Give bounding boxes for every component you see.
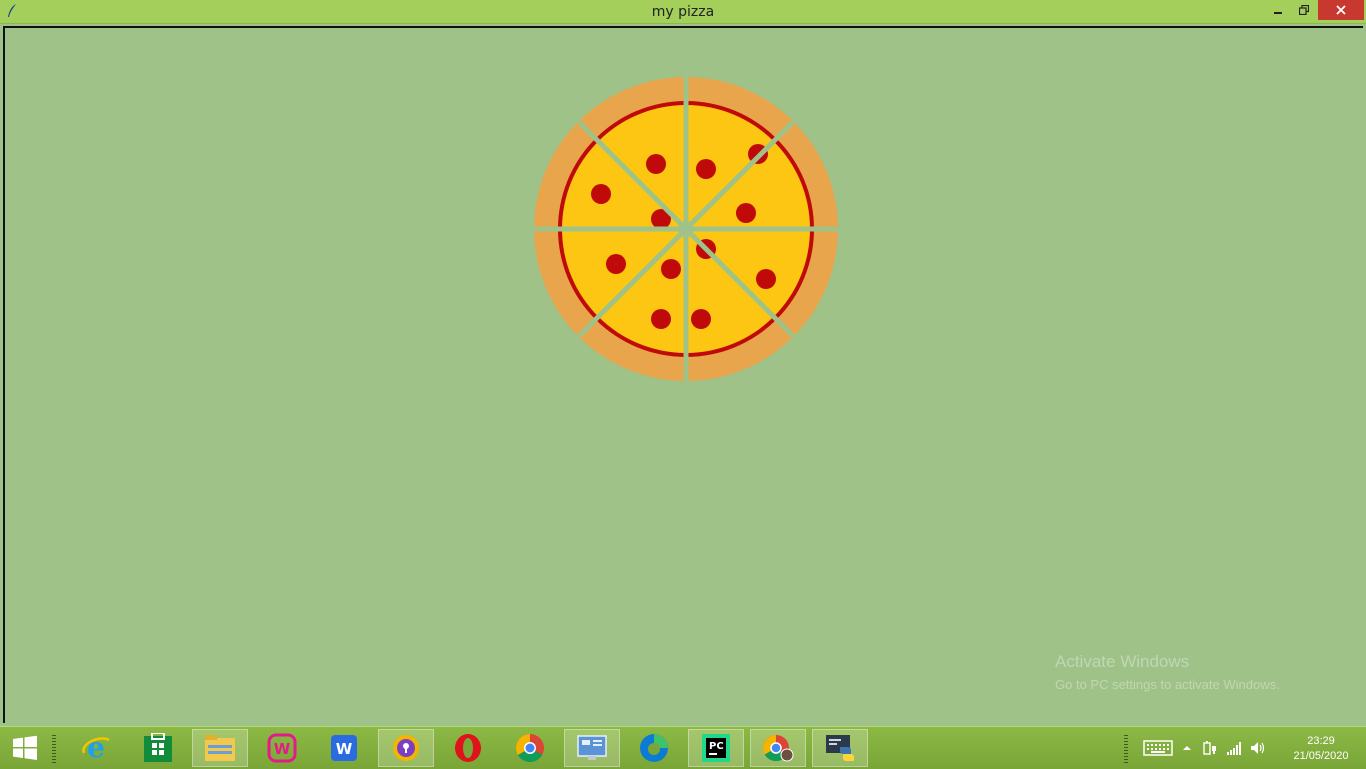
clock-time: 23:29 bbox=[1307, 735, 1335, 747]
wps-office-icon: W bbox=[331, 735, 357, 761]
taskbar: e W W PC 23:29 21/05/2020 bbox=[0, 726, 1366, 769]
taskbar-app-chrome-profile[interactable] bbox=[750, 729, 806, 767]
pepperoni bbox=[646, 154, 666, 174]
clock-date: 21/05/2020 bbox=[1293, 750, 1349, 762]
chevron-up-icon bbox=[1183, 746, 1191, 750]
svg-text:PC: PC bbox=[709, 741, 724, 752]
taskbar-grip bbox=[52, 735, 56, 763]
window-title: my pizza bbox=[651, 4, 715, 20]
power-status-button[interactable] bbox=[1198, 740, 1222, 756]
pepperoni bbox=[696, 159, 716, 179]
taskbar-app-ie[interactable]: e bbox=[68, 729, 124, 767]
pepperoni bbox=[691, 309, 711, 329]
show-hidden-icons-button[interactable] bbox=[1176, 744, 1198, 752]
pepperoni bbox=[606, 254, 626, 274]
taskbar-app-opera[interactable] bbox=[440, 729, 496, 767]
svg-text:W: W bbox=[336, 740, 353, 758]
chrome-profile-icon bbox=[762, 734, 794, 762]
taskbar-app-python[interactable] bbox=[812, 729, 868, 767]
taskbar-clock[interactable]: 23:29 21/05/2020 bbox=[1286, 734, 1356, 764]
restore-button[interactable] bbox=[1291, 0, 1317, 20]
pycharm-icon: PC bbox=[702, 734, 730, 762]
chrome-icon bbox=[516, 734, 544, 762]
control-panel-icon bbox=[577, 735, 607, 760]
watermark-subtitle: Go to PC settings to activate Windows. bbox=[1055, 677, 1280, 692]
edge-icon bbox=[640, 734, 668, 762]
vpn-shield-icon bbox=[393, 735, 419, 761]
python-idle-icon bbox=[826, 735, 854, 761]
pizza-center bbox=[678, 221, 694, 237]
signal-bars-icon bbox=[1227, 742, 1241, 755]
volume-button[interactable] bbox=[1246, 741, 1270, 755]
start-button[interactable] bbox=[0, 729, 50, 767]
activation-watermark: Activate Windows Go to PC settings to ac… bbox=[1055, 652, 1280, 692]
file-explorer-icon bbox=[205, 735, 235, 761]
windows-store-icon bbox=[144, 733, 172, 762]
taskbar-app-wps[interactable]: W bbox=[316, 729, 372, 767]
minimize-button[interactable] bbox=[1265, 0, 1291, 20]
pepperoni bbox=[756, 269, 776, 289]
pepperoni bbox=[661, 259, 681, 279]
system-tray bbox=[1140, 727, 1270, 769]
speaker-icon bbox=[1251, 742, 1265, 754]
svg-text:W: W bbox=[274, 740, 291, 758]
close-icon bbox=[1336, 5, 1346, 15]
opera-icon bbox=[455, 734, 481, 762]
battery-plug-icon bbox=[1203, 741, 1216, 755]
pepperoni bbox=[591, 184, 611, 204]
internet-explorer-icon: e bbox=[82, 733, 110, 763]
windows-logo-icon bbox=[13, 735, 37, 760]
minimize-icon bbox=[1274, 12, 1282, 14]
taskbar-app-edge[interactable] bbox=[626, 729, 682, 767]
taskbar-app-pycharm[interactable]: PC bbox=[688, 729, 744, 767]
restore-icon bbox=[1299, 5, 1309, 15]
taskbar-app-store[interactable] bbox=[130, 729, 186, 767]
close-button[interactable] bbox=[1318, 0, 1364, 20]
taskbar-app-explorer[interactable] bbox=[192, 729, 248, 767]
title-bar: my pizza bbox=[0, 0, 1366, 24]
taskbar-app-control-panel[interactable] bbox=[564, 729, 620, 767]
network-button[interactable] bbox=[1222, 741, 1246, 755]
pepperoni bbox=[651, 309, 671, 329]
taskbar-app-vpn[interactable] bbox=[378, 729, 434, 767]
keyboard-icon bbox=[1143, 740, 1173, 756]
tray-grip bbox=[1124, 735, 1128, 763]
pepperoni bbox=[736, 203, 756, 223]
pizza-drawing bbox=[533, 76, 839, 382]
watermark-title: Activate Windows bbox=[1055, 652, 1190, 671]
taskbar-app-wamp[interactable]: W bbox=[254, 729, 310, 767]
wamp-server-icon: W bbox=[267, 733, 297, 763]
taskbar-app-chrome[interactable] bbox=[502, 729, 558, 767]
touch-keyboard-button[interactable] bbox=[1140, 740, 1176, 756]
